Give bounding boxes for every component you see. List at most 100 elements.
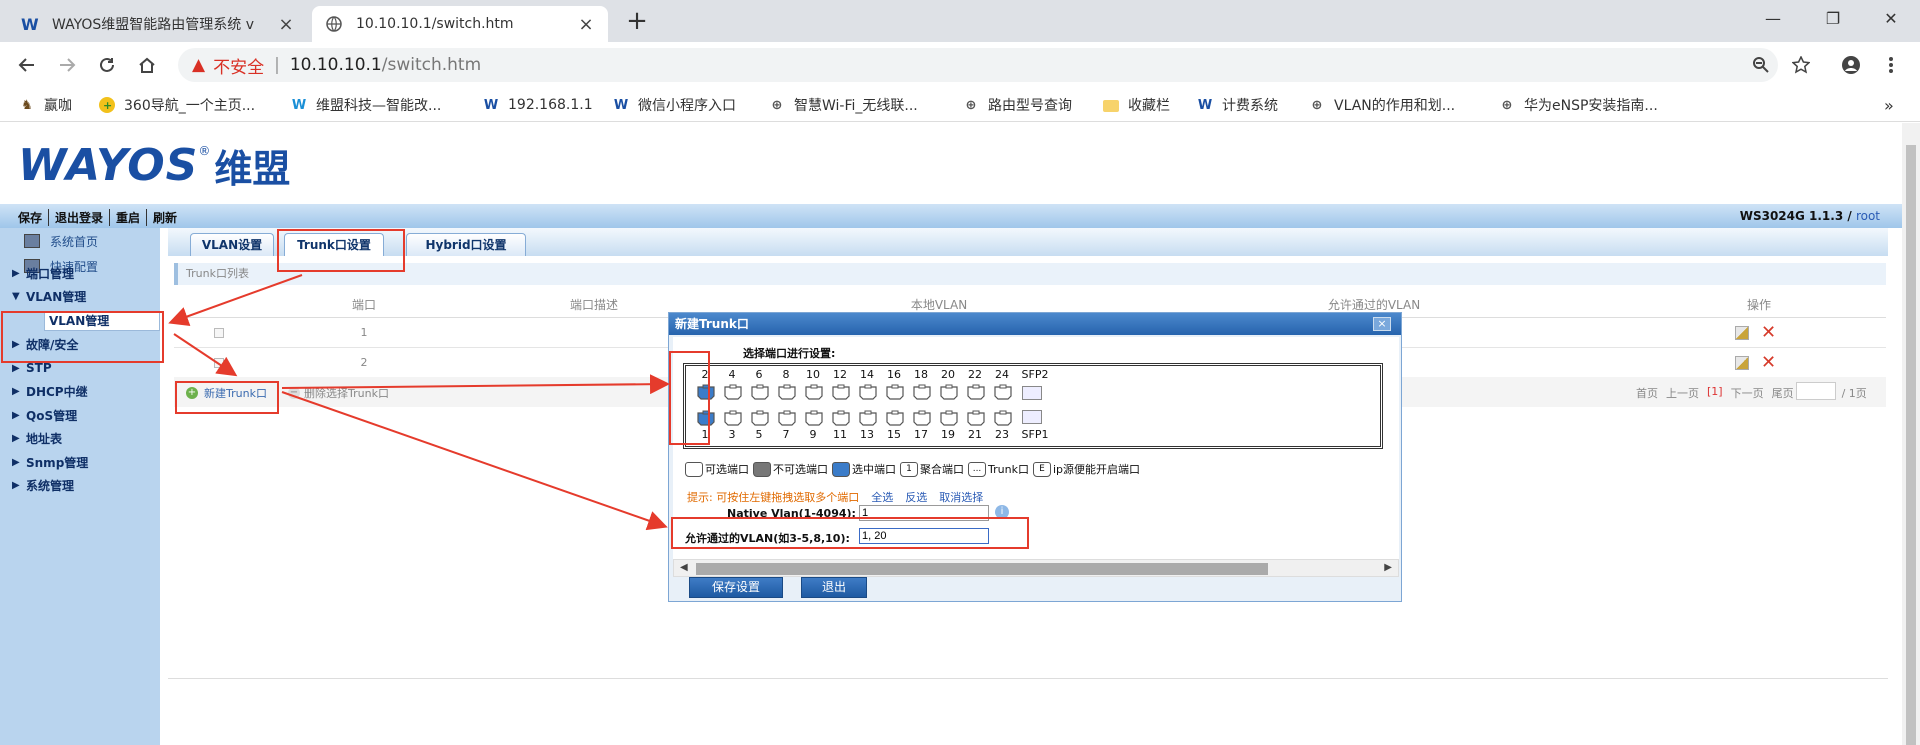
port-17-icon[interactable] bbox=[912, 410, 932, 426]
star-icon[interactable] bbox=[1790, 54, 1812, 76]
new-tab-button[interactable]: + bbox=[622, 6, 652, 36]
info-icon[interactable]: i bbox=[995, 505, 1009, 519]
tab-hybrid-settings[interactable]: Hybrid口设置 bbox=[406, 233, 526, 256]
port-11-icon[interactable] bbox=[831, 410, 851, 426]
port-13-icon[interactable] bbox=[858, 410, 878, 426]
page-input[interactable] bbox=[1795, 382, 1836, 400]
sidebar-item-fault[interactable]: ▶ 故障/安全 bbox=[12, 334, 78, 354]
delete-icon[interactable]: ✕ bbox=[1761, 352, 1776, 373]
scroll-right-icon[interactable]: ▶ bbox=[1384, 562, 1392, 573]
bookmark-item[interactable]: W 微信小程序入口 bbox=[612, 94, 736, 116]
address-bar[interactable]: ▲ 不安全 | 10.10.10.1/switch.htm bbox=[178, 48, 1778, 82]
bookmark-item[interactable]: 收藏栏 bbox=[1102, 94, 1170, 116]
port-20-icon[interactable] bbox=[939, 384, 959, 400]
reboot-link[interactable]: 重启 bbox=[110, 209, 148, 226]
zoom-icon[interactable] bbox=[1750, 54, 1772, 76]
dialog-close-icon[interactable]: × bbox=[1373, 317, 1391, 331]
port-22-icon[interactable] bbox=[966, 384, 986, 400]
port-10-icon[interactable] bbox=[804, 384, 824, 400]
tab-close-icon[interactable]: × bbox=[576, 14, 596, 35]
native-vlan-input[interactable] bbox=[859, 505, 989, 521]
restore-icon[interactable]: ❐ bbox=[1810, 4, 1856, 34]
sidebar-item-snmp[interactable]: ▶ Snmp管理 bbox=[12, 452, 88, 472]
port-19-icon[interactable] bbox=[939, 410, 959, 426]
port-3-icon[interactable] bbox=[723, 410, 743, 426]
bookmark-item[interactable]: ⊕ 路由型号查询 bbox=[962, 94, 1072, 116]
sidebar-item-stp[interactable]: ▶ STP bbox=[12, 358, 52, 378]
sidebar-home[interactable]: 系统首页 bbox=[24, 231, 98, 251]
bookmark-item[interactable]: ⊕ 智慧Wi-Fi_无线联... bbox=[768, 94, 918, 116]
row-checkbox[interactable] bbox=[214, 328, 224, 338]
last-page-link[interactable]: 尾页 bbox=[1772, 385, 1794, 401]
port-5-icon[interactable] bbox=[750, 410, 770, 426]
edit-icon[interactable] bbox=[1735, 356, 1749, 370]
profile-icon[interactable] bbox=[1840, 54, 1862, 76]
port-1-icon[interactable] bbox=[696, 410, 716, 426]
prev-page-link[interactable]: 上一页 bbox=[1666, 385, 1699, 401]
bookmark-item[interactable]: ⊕ VLAN的作用和划... bbox=[1308, 94, 1456, 116]
scroll-left-icon[interactable]: ◀ bbox=[680, 562, 688, 573]
close-window-icon[interactable]: ✕ bbox=[1868, 4, 1914, 34]
port-8-icon[interactable] bbox=[777, 384, 797, 400]
tab-switch[interactable]: 10.10.10.1/switch.htm × bbox=[312, 6, 608, 42]
next-page-link[interactable]: 下一页 bbox=[1731, 385, 1764, 401]
port-15-icon[interactable] bbox=[885, 410, 905, 426]
port-7-icon[interactable] bbox=[777, 410, 797, 426]
scrollbar-thumb[interactable] bbox=[696, 563, 1268, 575]
bookmarks-more[interactable]: » bbox=[1884, 94, 1894, 116]
delete-icon[interactable]: ✕ bbox=[1761, 322, 1776, 343]
home-icon[interactable] bbox=[132, 50, 162, 80]
select-all-link[interactable]: 全选 bbox=[871, 489, 893, 505]
invert-link[interactable]: 反选 bbox=[905, 489, 927, 505]
minimize-icon[interactable]: — bbox=[1750, 4, 1796, 34]
port-12-icon[interactable] bbox=[831, 384, 851, 400]
sidebar-item-vlan[interactable]: ▼ VLAN管理 bbox=[12, 286, 86, 306]
port-23-icon[interactable] bbox=[993, 410, 1013, 426]
tab-close-icon[interactable]: × bbox=[276, 14, 296, 35]
first-page-link[interactable]: 首页 bbox=[1636, 385, 1658, 401]
save-settings-button[interactable]: 保存设置 bbox=[689, 577, 783, 598]
port-18-icon[interactable] bbox=[912, 384, 932, 400]
port-2-icon[interactable] bbox=[696, 384, 716, 400]
sidebar-subitem-vlan[interactable]: VLAN管理 bbox=[44, 311, 160, 331]
forward-icon[interactable] bbox=[52, 50, 82, 80]
row-checkbox[interactable] bbox=[214, 358, 224, 368]
bookmark-item[interactable]: W 192.168.1.1 bbox=[482, 94, 593, 116]
bookmark-item[interactable]: W 计费系统 bbox=[1196, 94, 1278, 116]
bookmark-item[interactable]: W 维盟科技—智能改... bbox=[290, 94, 442, 116]
edit-icon[interactable] bbox=[1735, 326, 1749, 340]
back-icon[interactable] bbox=[12, 50, 42, 80]
sidebar-item-port[interactable]: ▶ 端口管理 bbox=[12, 263, 74, 283]
clear-selection-link[interactable]: 取消选择 bbox=[939, 489, 983, 505]
menu-icon[interactable] bbox=[1880, 54, 1902, 76]
bookmark-item[interactable]: ⊕ 华为eNSP安装指南... bbox=[1498, 94, 1658, 116]
port-14-icon[interactable] bbox=[858, 384, 878, 400]
sidebar-item-system[interactable]: ▶ 系统管理 bbox=[12, 475, 74, 495]
tab-trunk-settings[interactable]: Trunk口设置 bbox=[284, 233, 384, 256]
reload-icon[interactable] bbox=[92, 50, 122, 80]
page-scrollbar[interactable] bbox=[1902, 123, 1920, 745]
bookmark-item[interactable]: +360导航_一个主页... bbox=[98, 94, 255, 116]
port-24-icon[interactable] bbox=[993, 384, 1013, 400]
sfp1-port-icon[interactable] bbox=[1022, 410, 1042, 424]
sfp2-port-icon[interactable] bbox=[1022, 386, 1042, 400]
refresh-link[interactable]: 刷新 bbox=[147, 209, 183, 226]
exit-button[interactable]: 退出 bbox=[801, 577, 867, 598]
tab-vlan-settings[interactable]: VLAN设置 bbox=[190, 233, 274, 256]
save-link[interactable]: 保存 bbox=[18, 209, 50, 226]
sidebar-item-dhcp[interactable]: ▶ DHCP中继 bbox=[12, 381, 88, 401]
port-9-icon[interactable] bbox=[804, 410, 824, 426]
sidebar-item-address[interactable]: ▶ 地址表 bbox=[12, 428, 62, 448]
port-21-icon[interactable] bbox=[966, 410, 986, 426]
tab-wayos[interactable]: W WAYOS维盟智能路由管理系统 v × bbox=[8, 6, 308, 42]
user-link[interactable]: root bbox=[1856, 209, 1880, 223]
sidebar-item-qos[interactable]: ▶ QoS管理 bbox=[12, 405, 77, 425]
port-6-icon[interactable] bbox=[750, 384, 770, 400]
port-16-icon[interactable] bbox=[885, 384, 905, 400]
port-4-icon[interactable] bbox=[723, 384, 743, 400]
logout-link[interactable]: 退出登录 bbox=[49, 209, 111, 226]
scrollbar-thumb[interactable] bbox=[1906, 145, 1916, 745]
delete-trunk-button[interactable]: − 删除选择Trunk口 bbox=[288, 385, 389, 401]
new-trunk-button[interactable]: + 新建Trunk口 bbox=[186, 385, 267, 401]
dialog-hscrollbar[interactable]: ◀ ▶ bbox=[673, 559, 1399, 577]
